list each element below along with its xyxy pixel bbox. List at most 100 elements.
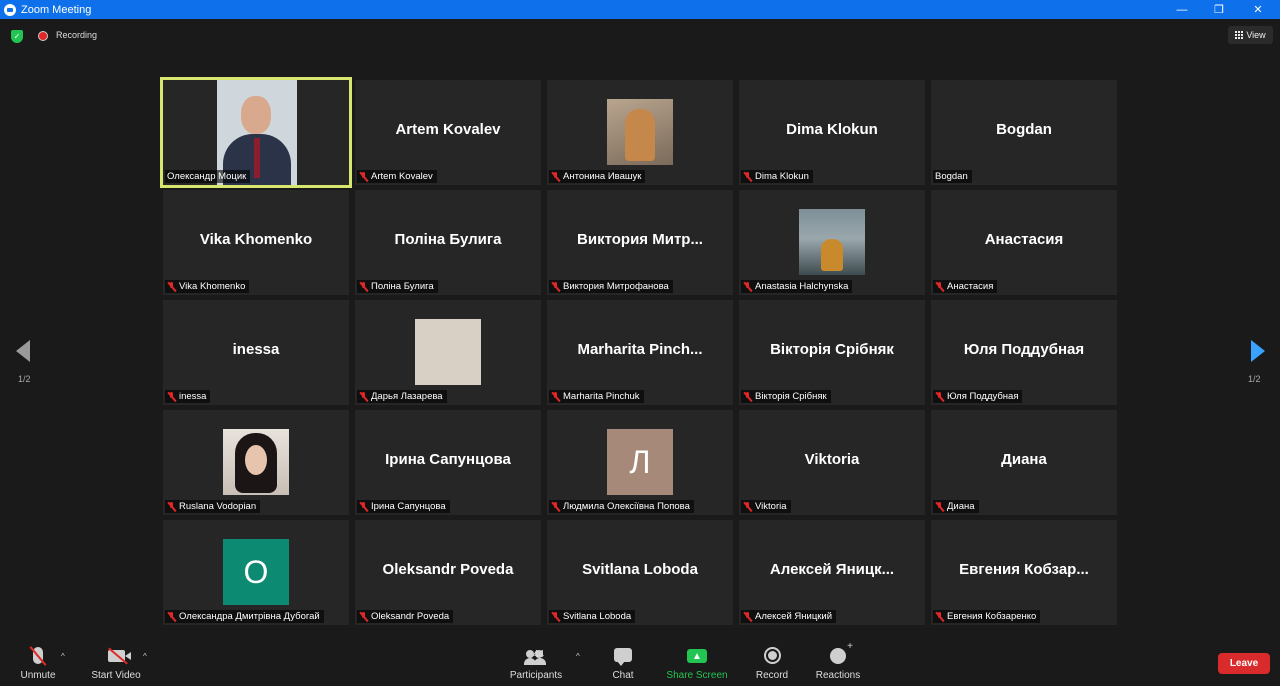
participant-tile[interactable]: Евгения Кобзар... Евгения Кобзаренко [931, 520, 1117, 625]
muted-mic-icon [743, 171, 752, 182]
participant-tile[interactable]: Олександр Моцик [160, 77, 352, 188]
participant-name-label: inessa [165, 390, 211, 403]
participant-display-name: Artem Kovalev [395, 121, 501, 138]
participant-name-text: Вікторія Срібняк [755, 391, 827, 402]
participants-options-caret-icon[interactable]: ^ [576, 652, 580, 661]
unmute-button[interactable]: Unmute [19, 634, 57, 686]
chat-icon [614, 648, 632, 666]
muted-mic-icon [551, 501, 560, 512]
participant-name-text: Viktoria [755, 501, 787, 512]
meeting-info-bar: ✓ Recording View [0, 19, 1280, 53]
muted-mic-icon [551, 281, 560, 292]
participant-name-label: Виктория Митрофанова [549, 280, 673, 293]
muted-mic-icon [935, 611, 944, 622]
participant-tile[interactable]: Антонина Ивашук [547, 80, 733, 185]
participant-profile-photo [607, 99, 673, 165]
reactions-button[interactable]: Reactions [814, 634, 862, 686]
muted-mic-icon [167, 611, 176, 622]
chat-button[interactable]: Chat [606, 634, 640, 686]
muted-mic-icon [551, 391, 560, 402]
record-icon [763, 647, 781, 664]
participant-tile[interactable]: Dima Klokun Dima Klokun [739, 80, 925, 185]
audio-options-caret-icon[interactable]: ^ [61, 652, 65, 661]
reactions-label: Reactions [815, 670, 861, 681]
video-options-caret-icon[interactable]: ^ [143, 652, 147, 661]
start-video-button[interactable]: Start Video [89, 634, 143, 686]
participant-name-label: Людмила Олексіївна Попова [549, 500, 694, 513]
maximize-button[interactable]: ❐ [1202, 0, 1236, 19]
participant-name-label: Ірина Сапунцова [357, 500, 450, 513]
participant-name-label: Анастасия [933, 280, 998, 293]
participant-tile[interactable]: О Олександра Дмитрівна Дубогай [163, 520, 349, 625]
participant-tile[interactable]: Vika Khomenko Vika Khomenko [163, 190, 349, 295]
window-title: Zoom Meeting [21, 3, 92, 16]
participant-tile[interactable]: Юля Поддубная Юля Поддубная [931, 300, 1117, 405]
recording-icon [38, 31, 48, 41]
meeting-toolbar: Unmute ^ Start Video ^ 44 Participants ^… [0, 634, 1280, 686]
close-button[interactable]: ✕ [1241, 0, 1275, 19]
participant-name-label: Artem Kovalev [357, 170, 437, 183]
muted-mic-icon [359, 391, 368, 402]
participant-tile[interactable]: Ruslana Vodopian [163, 410, 349, 515]
muted-mic-icon [551, 171, 560, 182]
participant-tile[interactable]: Marharita Pinch... Marharita Pinchuk [547, 300, 733, 405]
participant-tile[interactable]: Svitlana Loboda Svitlana Loboda [547, 520, 733, 625]
participant-tile[interactable]: Oleksandr Poveda Oleksandr Poveda [355, 520, 541, 625]
participant-tile[interactable]: Viktoria Viktoria [739, 410, 925, 515]
muted-mic-icon [551, 611, 560, 622]
participant-tile[interactable]: Ірина Сапунцова Ірина Сапунцова [355, 410, 541, 515]
leave-button[interactable]: Leave [1218, 653, 1270, 674]
participant-name-text: Антонина Ивашук [563, 171, 642, 182]
participant-display-name: Dima Klokun [786, 121, 878, 138]
participant-display-name: Marharita Pinch... [577, 341, 703, 358]
participant-display-name: Поліна Булига [394, 231, 502, 248]
participant-initial-avatar: О [223, 539, 289, 605]
participant-display-name: Вікторія Срібняк [770, 341, 894, 358]
record-button[interactable]: Record [752, 634, 792, 686]
muted-mic-icon [935, 391, 944, 402]
participant-name-label: Viktoria [741, 500, 791, 513]
participant-tile[interactable]: Анастасия Анастасия [931, 190, 1117, 295]
previous-page-arrow-icon[interactable] [16, 340, 30, 362]
participant-tile[interactable]: Дарья Лазарева [355, 300, 541, 405]
participant-tile[interactable]: Диана Диана [931, 410, 1117, 515]
participant-name-text: Marharita Pinchuk [563, 391, 640, 402]
participant-name-text: Олександр Моцик [167, 171, 247, 182]
participant-tile[interactable]: Artem Kovalev Artem Kovalev [355, 80, 541, 185]
participant-display-name: Диана [1001, 451, 1047, 468]
participant-tile[interactable]: Вікторія Срібняк Вікторія Срібняк [739, 300, 925, 405]
participant-tile[interactable]: Виктория Митр... Виктория Митрофанова [547, 190, 733, 295]
muted-mic-icon [743, 391, 752, 402]
participant-name-text: Анастасия [947, 281, 994, 292]
participant-name-text: Алексей Яницкий [755, 611, 833, 622]
recording-label: Recording [56, 30, 98, 40]
view-button[interactable]: View [1228, 26, 1273, 44]
participant-name-text: Ruslana Vodopian [179, 501, 257, 512]
participant-tile[interactable]: inessa inessa [163, 300, 349, 405]
muted-mic-icon [167, 281, 176, 292]
participant-name-label: Vika Khomenko [165, 280, 250, 293]
participant-name-label: Svitlana Loboda [549, 610, 636, 623]
muted-mic-icon [743, 611, 752, 622]
participant-name-label: Anastasia Halchynska [741, 280, 853, 293]
participant-profile-photo [223, 429, 289, 495]
participants-button[interactable]: 44 Participants [507, 634, 565, 686]
muted-mic-icon [359, 281, 368, 292]
security-shield-icon[interactable]: ✓ [11, 30, 23, 43]
participant-tile[interactable]: Алексей Яницк... Алексей Яницкий [739, 520, 925, 625]
next-page-arrow-icon[interactable] [1251, 340, 1265, 362]
share-screen-button[interactable]: ▲ Share Screen [666, 634, 728, 686]
participant-tile[interactable]: Л Людмила Олексіївна Попова [547, 410, 733, 515]
participant-name-text: Artem Kovalev [371, 171, 433, 182]
participant-name-text: Dima Klokun [755, 171, 809, 182]
participant-tile[interactable]: Bogdan Bogdan [931, 80, 1117, 185]
participant-name-text: Ірина Сапунцова [371, 501, 446, 512]
participant-tile[interactable]: Поліна Булига Поліна Булига [355, 190, 541, 295]
grid-view-icon [1235, 31, 1244, 39]
participant-display-name: Oleksandr Poveda [382, 561, 514, 578]
gallery-grid: Олександр Моцик Artem Kovalev Artem Kovale… [160, 77, 1117, 625]
minimize-button[interactable]: — [1165, 0, 1199, 19]
participant-name-text: Svitlana Loboda [563, 611, 632, 622]
video-off-icon [107, 650, 131, 662]
participant-tile[interactable]: Anastasia Halchynska [739, 190, 925, 295]
